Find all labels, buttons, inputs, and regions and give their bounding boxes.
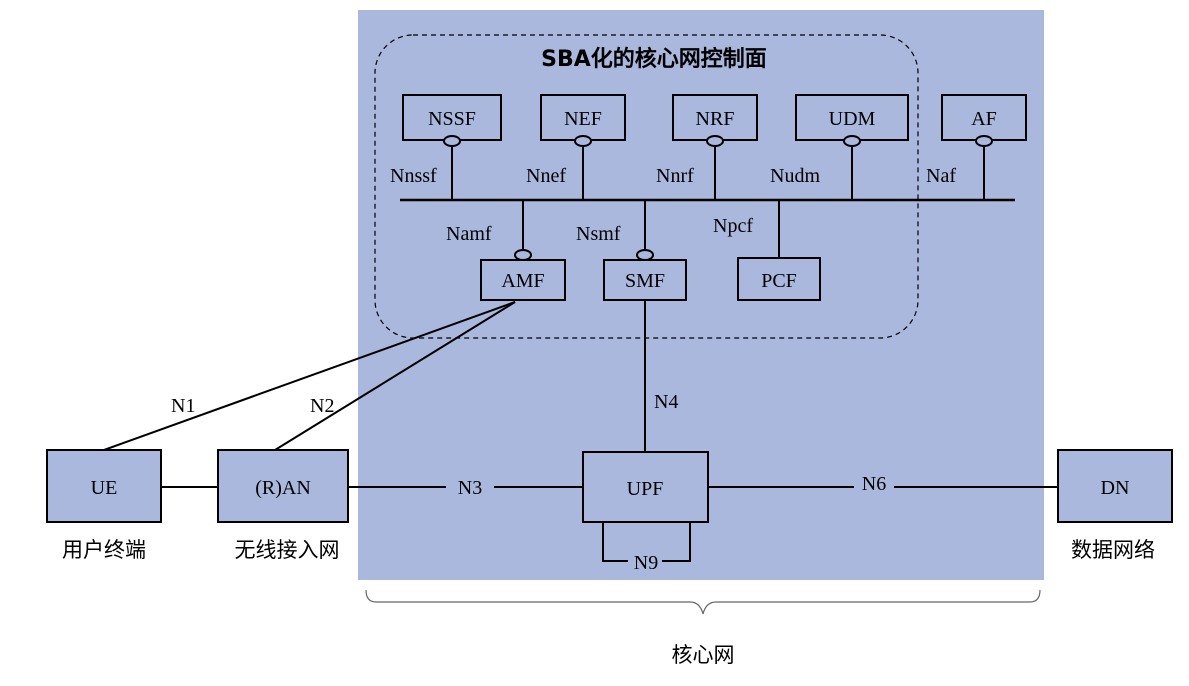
ue-label: UE (91, 477, 118, 499)
af-label: AF (971, 108, 997, 130)
udm-label: UDM (829, 108, 876, 130)
dn-label: DN (1101, 477, 1130, 499)
interface-nnssf: Nnssf (390, 165, 437, 187)
nssf-service-port (443, 135, 461, 147)
amf-service-port (514, 249, 532, 261)
smf-label: SMF (625, 270, 665, 292)
smf-service-port (636, 249, 654, 261)
ran-label: (R)AN (255, 477, 311, 499)
interface-nnrf: Nnrf (656, 165, 694, 187)
caption-core: 核心网 (672, 643, 735, 667)
interface-nnef: Nnef (526, 165, 566, 187)
ref-n1: N1 (171, 395, 195, 417)
node-dn: DN (1057, 449, 1173, 523)
nssf-label: NSSF (428, 108, 476, 130)
ref-n4: N4 (654, 391, 678, 413)
interface-nudm: Nudm (770, 165, 820, 187)
5g-sba-architecture-diagram: SBA化的核心网控制面 NSSF NEF NRF UDM AF Nnssf Nn… (46, 10, 1173, 667)
ref-n2: N2 (310, 395, 334, 417)
pcf-label: PCF (761, 270, 797, 292)
nef-label: NEF (564, 108, 602, 130)
interface-npcf: Npcf (713, 215, 753, 237)
upf-label: UPF (627, 478, 664, 500)
node-upf: UPF (582, 451, 709, 523)
node-ue: UE (46, 449, 162, 523)
interface-nsmf: Nsmf (576, 223, 621, 245)
udm-service-port (843, 135, 861, 147)
caption-dn: 数据网络 (1071, 538, 1155, 562)
interface-namf: Namf (446, 223, 492, 245)
ref-n9: N9 (634, 552, 658, 574)
nrf-service-port (706, 135, 724, 147)
ref-n3: N3 (458, 477, 482, 499)
nrf-label: NRF (696, 108, 735, 130)
control-plane-title: SBA化的核心网控制面 (541, 46, 767, 72)
core-network-brace (365, 589, 1041, 615)
ref-n6: N6 (862, 473, 886, 495)
caption-ran: 无线接入网 (235, 538, 340, 562)
caption-ue: 用户终端 (62, 538, 146, 562)
amf-label: AMF (501, 270, 544, 292)
node-ran: (R)AN (217, 449, 349, 523)
nef-service-port (574, 135, 592, 147)
interface-naf: Naf (926, 165, 956, 187)
af-service-port (975, 135, 993, 147)
